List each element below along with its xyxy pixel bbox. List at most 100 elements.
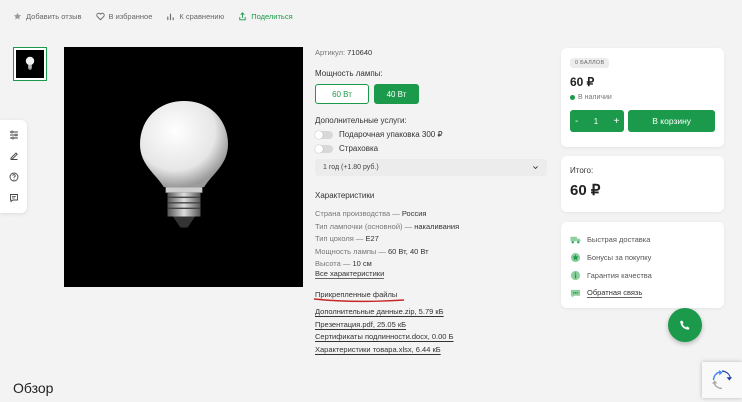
add-to-favorites-link[interactable]: В избранное xyxy=(95,12,153,21)
total-label: Итого: xyxy=(570,166,594,175)
stock-status: В наличии xyxy=(570,94,715,101)
power-options: 60 Вт 40 Вт xyxy=(315,84,547,104)
service-gift-wrap[interactable]: Подарочная упаковка 300 ₽ xyxy=(315,130,547,139)
feature-bonuses: Бонусы за покупку xyxy=(570,248,715,266)
file-link[interactable]: Сертификаты подлинности.docx, 0.00 Б xyxy=(315,331,453,344)
char-value: E27 xyxy=(365,234,379,243)
product-thumbnail[interactable] xyxy=(13,47,47,81)
thumbnail-image xyxy=(16,50,44,78)
product-options: Артикул: 710640 Мощность лампы: 60 Вт 40… xyxy=(315,48,547,176)
qty-minus-button[interactable]: - xyxy=(575,116,578,127)
qty-value[interactable]: 1 xyxy=(594,117,598,126)
feature-label: Быстрая доставка xyxy=(587,234,651,244)
char-sep: — xyxy=(353,234,366,243)
feature-feedback[interactable]: Обратная связь xyxy=(570,284,715,302)
char-sep: — xyxy=(402,221,415,231)
feature-fast-delivery: Быстрая доставка xyxy=(570,230,715,248)
filter-sliders-icon[interactable] xyxy=(9,130,19,140)
red-annotation-underline xyxy=(313,298,405,303)
char-name: Страна производства xyxy=(315,209,391,218)
article-value: 710640 xyxy=(347,48,373,57)
quantity-stepper: - 1 + xyxy=(570,110,625,132)
product-price: 60 ₽ xyxy=(570,75,595,89)
product-main-image[interactable] xyxy=(64,47,303,287)
features-card: Быстрая доставка Бонусы за покупку Гаран… xyxy=(561,222,724,308)
total-value: 60 ₽ xyxy=(570,182,601,199)
bar-chart-icon xyxy=(167,13,175,21)
chevron-down-icon xyxy=(533,166,538,170)
char-value: 10 см xyxy=(352,259,372,268)
char-name: Мощность лампы xyxy=(315,246,377,256)
char-sep: — xyxy=(390,209,402,218)
service-insurance[interactable]: Страховка xyxy=(315,144,547,153)
feature-quality: Гарантия качества xyxy=(570,266,715,284)
power-label: Мощность лампы: xyxy=(315,69,383,78)
characteristics-list: Страна производства — Россия Тип лампочк… xyxy=(315,208,459,271)
characteristics-title: Характеристики xyxy=(315,191,375,200)
insurance-toggle[interactable] xyxy=(315,144,333,153)
callback-button[interactable] xyxy=(668,308,702,342)
power-option-60w[interactable]: 60 Вт xyxy=(315,84,369,104)
char-name: Высота xyxy=(315,259,341,268)
characteristic-row: Тип лампочки (основной) — накаливания xyxy=(315,221,459,234)
char-sep: — xyxy=(340,259,353,268)
file-link[interactable]: Характеристики товара.xlsx, 6.44 кБ xyxy=(315,344,453,357)
char-name: Тип лампочки (основной) xyxy=(315,221,403,231)
gift-wrap-toggle[interactable] xyxy=(315,130,333,139)
characteristic-row: Мощность лампы — 60 Вт, 40 Вт xyxy=(315,246,459,259)
share-icon xyxy=(239,12,246,21)
feature-label[interactable]: Обратная связь xyxy=(587,288,643,298)
share-label: Поделиться xyxy=(251,12,293,21)
truck-icon xyxy=(570,234,581,245)
recaptcha-icon xyxy=(711,369,733,390)
char-value: 60 Вт, 40 Вт xyxy=(388,246,429,256)
phone-icon xyxy=(680,320,690,330)
overview-heading: Обзор xyxy=(13,380,54,396)
buy-row: - 1 + В корзину xyxy=(570,110,715,132)
in-stock-dot-icon xyxy=(570,95,575,100)
all-characteristics-link[interactable]: Все характеристики xyxy=(315,269,385,279)
service-label: Страховка xyxy=(339,144,379,153)
add-to-cart-button[interactable]: В корзину xyxy=(628,110,715,132)
article-label: Артикул: xyxy=(315,48,346,57)
characteristic-row: Тип цоколя — E27 xyxy=(315,233,459,246)
edit-icon[interactable] xyxy=(9,151,19,161)
char-name: Тип цоколя xyxy=(315,234,354,243)
bonus-points-badge: 0 БАЛЛОВ xyxy=(570,58,610,68)
feature-label: Бонусы за покупку xyxy=(587,252,652,262)
add-review-label: Добавить отзыв xyxy=(26,12,82,21)
share-link[interactable]: Поделиться xyxy=(238,12,293,21)
char-value: Россия xyxy=(401,209,427,218)
services-label: Дополнительные услуги: xyxy=(315,116,407,125)
star-icon xyxy=(13,12,22,20)
qty-plus-button[interactable]: + xyxy=(613,116,619,127)
compare-link[interactable]: К сравнению xyxy=(166,12,224,21)
chat-icon xyxy=(570,288,581,299)
add-review-link[interactable]: Добавить отзыв xyxy=(13,12,82,21)
quality-icon xyxy=(570,270,581,281)
characteristic-row: Страна производства — Россия xyxy=(315,208,459,221)
bonus-icon xyxy=(570,252,581,263)
total-card: Итого: 60 ₽ xyxy=(561,156,724,212)
attached-files-list: Дополнительные данные.zip, 5.79 кБ Презе… xyxy=(315,306,453,356)
file-link[interactable]: Дополнительные данные.zip, 5.79 кБ xyxy=(315,306,453,319)
side-tools-panel xyxy=(0,120,27,213)
favorites-label: В избранное xyxy=(108,12,153,21)
stock-label: В наличии xyxy=(578,94,612,101)
light-bulb-image xyxy=(139,101,228,228)
message-icon[interactable] xyxy=(9,193,19,203)
char-value: накаливания xyxy=(414,221,460,231)
compare-label: К сравнению xyxy=(179,12,225,21)
power-option-40w[interactable]: 40 Вт xyxy=(374,84,419,104)
product-actions-bar: Добавить отзыв В избранное К сравнению П… xyxy=(13,12,293,21)
help-icon[interactable] xyxy=(9,172,19,182)
warranty-select[interactable]: 1 год (+1.80 руб.) xyxy=(315,159,547,176)
service-label: Подарочная упаковка 300 ₽ xyxy=(339,130,443,139)
feature-label: Гарантия качества xyxy=(587,270,652,280)
file-link[interactable]: Презентация.pdf, 25.05 кБ xyxy=(315,319,453,332)
buy-card: 0 БАЛЛОВ 60 ₽ В наличии - 1 + В корзину xyxy=(561,48,724,147)
char-sep: — xyxy=(376,246,388,256)
recaptcha-badge[interactable] xyxy=(702,362,742,398)
heart-icon xyxy=(95,12,105,21)
article-line: Артикул: 710640 xyxy=(315,48,547,57)
